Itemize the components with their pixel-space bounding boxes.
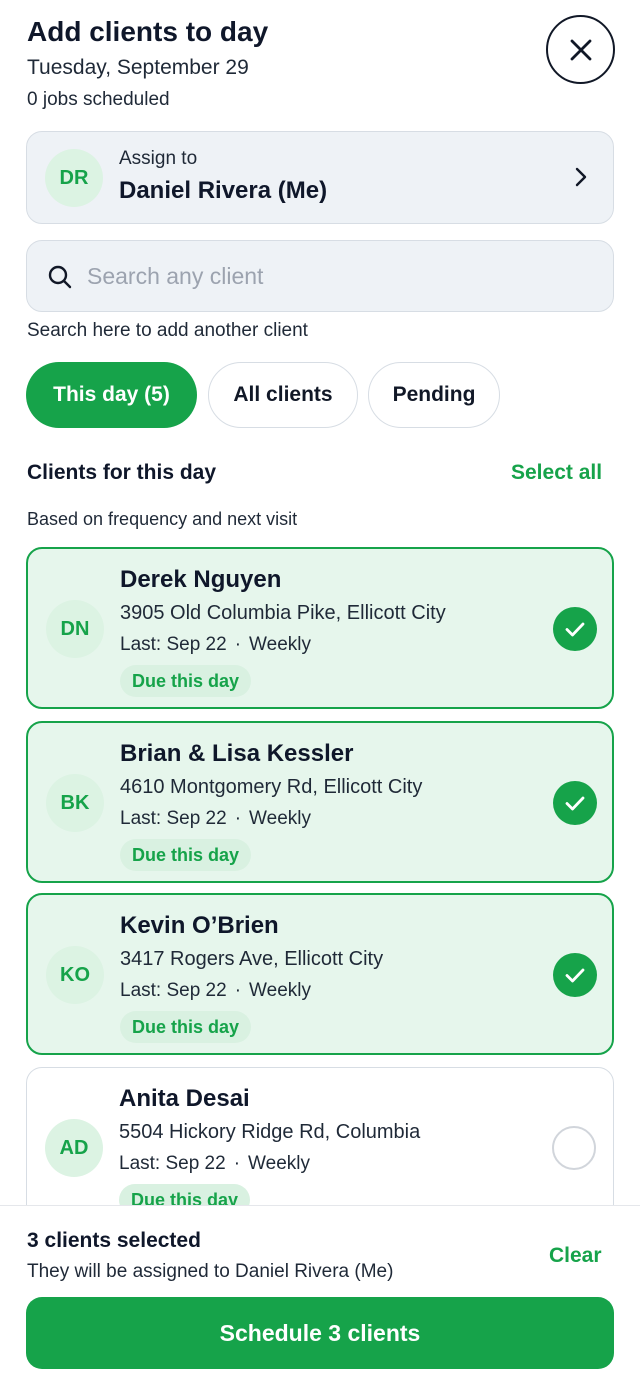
tab-pending[interactable]: Pending bbox=[368, 362, 500, 428]
client-name: Anita Desai bbox=[119, 1085, 250, 1112]
client-card-kevin-obrien[interactable]: KO Kevin O’Brien 3417 Rogers Ave, Ellico… bbox=[26, 893, 614, 1055]
last-visit: Last: Sep 22 bbox=[119, 1153, 226, 1174]
client-list[interactable]: DN Derek Nguyen 3905 Old Columbia Pike, … bbox=[0, 546, 640, 1205]
assignee-name: Daniel Rivera (Me) bbox=[119, 177, 328, 204]
client-visit-info: Last: Sep 22 · Weekly bbox=[120, 634, 311, 656]
meta-separator: · bbox=[234, 634, 242, 655]
avatar: BK bbox=[46, 774, 104, 832]
avatar: DN bbox=[46, 600, 104, 658]
client-name: Derek Nguyen bbox=[120, 566, 282, 593]
checkmark-icon bbox=[565, 796, 585, 811]
search-input[interactable] bbox=[87, 253, 587, 299]
search-hint: Search here to add another client bbox=[27, 320, 308, 341]
last-visit: Last: Sep 22 bbox=[120, 980, 227, 1001]
page-title: Add clients to day bbox=[27, 16, 269, 47]
selected-count: 3 clients selected bbox=[27, 1229, 201, 1252]
client-name: Kevin O’Brien bbox=[120, 912, 279, 939]
checkmark-icon bbox=[565, 622, 585, 637]
client-address: 3417 Rogers Ave, Ellicott City bbox=[120, 948, 384, 970]
assign-to-label: Assign to bbox=[119, 148, 198, 169]
section-title: Clients for this day bbox=[27, 461, 217, 484]
tab-all-clients[interactable]: All clients bbox=[208, 362, 358, 428]
meta-separator: · bbox=[234, 980, 242, 1001]
due-status-badge: Due this day bbox=[119, 1184, 251, 1205]
meta-separator: · bbox=[233, 1153, 241, 1174]
client-card-brian-lisa-kessler[interactable]: BK Brian & Lisa Kessler 4610 Montgomery … bbox=[26, 721, 614, 883]
last-visit: Last: Sep 22 bbox=[120, 634, 227, 655]
client-name: Brian & Lisa Kessler bbox=[120, 740, 354, 767]
section-subtitle: Based on frequency and next visit bbox=[27, 509, 298, 529]
clear-button[interactable]: Clear bbox=[549, 1244, 602, 1268]
add-clients-screen: Add clients to day Tuesday, September 29… bbox=[0, 0, 640, 1385]
client-address: 3905 Old Columbia Pike, Ellicott City bbox=[120, 602, 446, 624]
meta-separator: · bbox=[234, 808, 242, 829]
selection-footer: 3 clients selected They will be assigned… bbox=[0, 1205, 640, 1385]
chevron-right-icon bbox=[575, 167, 587, 187]
client-address: 5504 Hickory Ridge Rd, Columbia bbox=[119, 1121, 421, 1143]
client-visit-info: Last: Sep 22 · Weekly bbox=[120, 980, 311, 1002]
client-card-derek-nguyen[interactable]: DN Derek Nguyen 3905 Old Columbia Pike, … bbox=[26, 547, 614, 709]
visit-frequency: Weekly bbox=[249, 808, 311, 829]
close-icon bbox=[570, 39, 591, 60]
select-all-button[interactable]: Select all bbox=[511, 461, 602, 485]
last-visit: Last: Sep 22 bbox=[120, 808, 227, 829]
due-status-badge: Due this day bbox=[120, 1011, 252, 1043]
client-visit-info: Last: Sep 22 · Weekly bbox=[119, 1153, 310, 1175]
selected-date: Tuesday, September 29 bbox=[27, 56, 249, 79]
search-field bbox=[26, 240, 614, 312]
due-status-badge: Due this day bbox=[120, 665, 252, 697]
visit-frequency: Weekly bbox=[248, 1153, 310, 1174]
search-icon bbox=[48, 265, 72, 289]
avatar: AD bbox=[45, 1119, 103, 1177]
close-button[interactable] bbox=[546, 15, 615, 84]
client-address: 4610 Montgomery Rd, Ellicott City bbox=[120, 776, 423, 798]
avatar: KO bbox=[46, 946, 104, 1004]
visit-frequency: Weekly bbox=[249, 634, 311, 655]
tab-this-day[interactable]: This day (5) bbox=[26, 362, 197, 428]
selection-checkbox[interactable] bbox=[553, 781, 597, 825]
selection-checkbox[interactable] bbox=[553, 607, 597, 651]
assign-to-selector[interactable]: DR Assign to Daniel Rivera (Me) bbox=[26, 131, 614, 224]
due-status-badge: Due this day bbox=[120, 839, 252, 871]
jobs-scheduled-count: 0 jobs scheduled bbox=[27, 89, 170, 110]
selection-checkbox[interactable] bbox=[552, 1126, 596, 1170]
avatar: DR bbox=[45, 149, 103, 207]
client-visit-info: Last: Sep 22 · Weekly bbox=[120, 808, 311, 830]
selection-checkbox[interactable] bbox=[553, 953, 597, 997]
checkmark-icon bbox=[565, 968, 585, 983]
visit-frequency: Weekly bbox=[249, 980, 311, 1001]
client-card-anita-desai[interactable]: AD Anita Desai 5504 Hickory Ridge Rd, Co… bbox=[26, 1067, 614, 1205]
schedule-clients-button[interactable]: Schedule 3 clients bbox=[26, 1297, 614, 1369]
assignment-note: They will be assigned to Daniel Rivera (… bbox=[27, 1261, 394, 1282]
